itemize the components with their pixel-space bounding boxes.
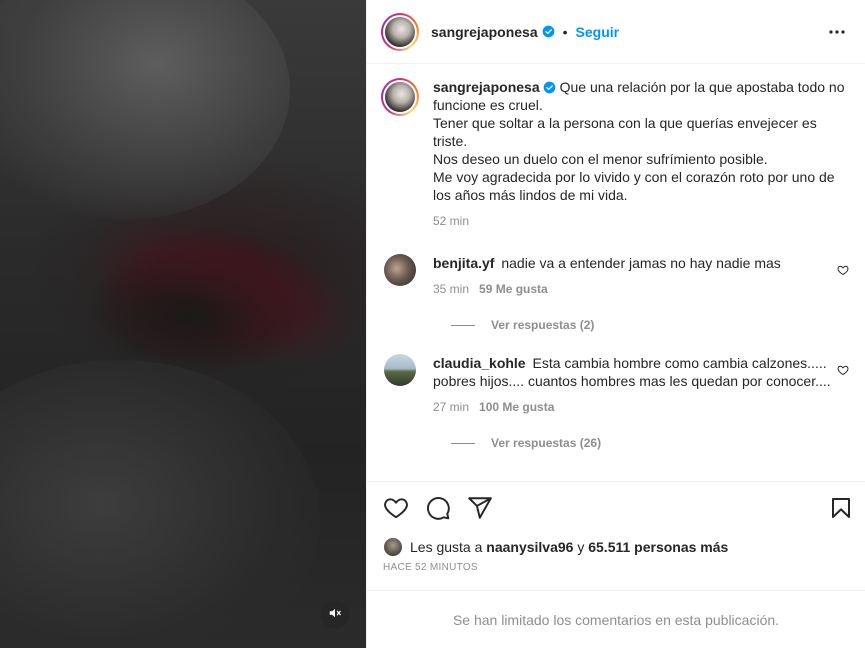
more-options-icon[interactable] xyxy=(825,20,849,44)
heart-icon[interactable] xyxy=(383,495,409,521)
comment-text: nadie va a entender jamas no hay nadie m… xyxy=(501,255,781,271)
comment-item: benjita.yf nadie va a entender jamas no … xyxy=(381,254,849,332)
comment-likes[interactable]: 100 Me gusta xyxy=(479,400,554,414)
caption-username[interactable]: sangrejaponesa xyxy=(433,79,540,95)
commenter-avatar[interactable] xyxy=(384,354,416,386)
comment-icon[interactable] xyxy=(425,495,451,521)
comment-like-heart-icon[interactable] xyxy=(837,264,849,276)
comment-item: claudia_kohle Esta cambia hombre como ca… xyxy=(381,354,849,450)
comment-like-heart-icon[interactable] xyxy=(837,364,849,376)
commenter-avatar[interactable] xyxy=(384,254,416,286)
comment-likes[interactable]: 59 Me gusta xyxy=(479,282,548,296)
share-icon[interactable] xyxy=(467,495,493,521)
post-actions-bar xyxy=(367,481,865,533)
caption-line: Me voy agradecida por lo vivido y con el… xyxy=(433,169,835,203)
comments-list[interactable]: sangrejaponesa Que una relación por la q… xyxy=(367,64,865,480)
header-separator: • xyxy=(562,23,568,40)
comment-time: 35 min xyxy=(433,282,470,296)
mute-icon xyxy=(328,606,342,625)
likes-count[interactable]: 65.511 personas más xyxy=(588,539,728,555)
comment-username[interactable]: claudia_kohle xyxy=(433,355,526,371)
comments-limited-notice: Se han limitado los comentarios en esta … xyxy=(367,590,865,648)
caption-avatar[interactable] xyxy=(381,78,419,116)
likes-summary: Les gusta a naanysilva96 y 65.511 person… xyxy=(383,537,849,557)
caption-line: Tener que soltar a la persona con la que… xyxy=(433,115,817,149)
bookmark-icon[interactable] xyxy=(829,496,853,520)
author-avatar[interactable] xyxy=(381,12,419,51)
liker-avatar[interactable] xyxy=(383,537,403,557)
post-timestamp[interactable]: HACE 52 MINUTOS xyxy=(383,562,478,573)
view-replies-button[interactable]: Ver respuestas (26) xyxy=(451,436,849,450)
verified-badge-icon xyxy=(542,25,555,38)
post-caption: sangrejaponesa Que una relación por la q… xyxy=(381,78,849,230)
view-replies-button[interactable]: Ver respuestas (2) xyxy=(451,318,849,332)
mute-button[interactable] xyxy=(321,601,349,629)
follow-button[interactable]: Seguir xyxy=(576,24,620,40)
post-header: sangrejaponesa • Seguir xyxy=(367,0,865,64)
post-side-panel: sangrejaponesa • Seguir sangrejaponesa Q… xyxy=(366,0,865,648)
post-media[interactable] xyxy=(0,0,366,648)
comment-username[interactable]: benjita.yf xyxy=(433,255,494,271)
liker-username[interactable]: naanysilva96 xyxy=(486,539,573,555)
caption-line: Nos deseo un duelo con el menor sufrímie… xyxy=(433,151,768,167)
verified-badge-icon xyxy=(543,80,556,94)
caption-time: 52 min xyxy=(433,214,470,228)
author-username[interactable]: sangrejaponesa xyxy=(431,24,538,40)
comment-time: 27 min xyxy=(433,400,470,414)
